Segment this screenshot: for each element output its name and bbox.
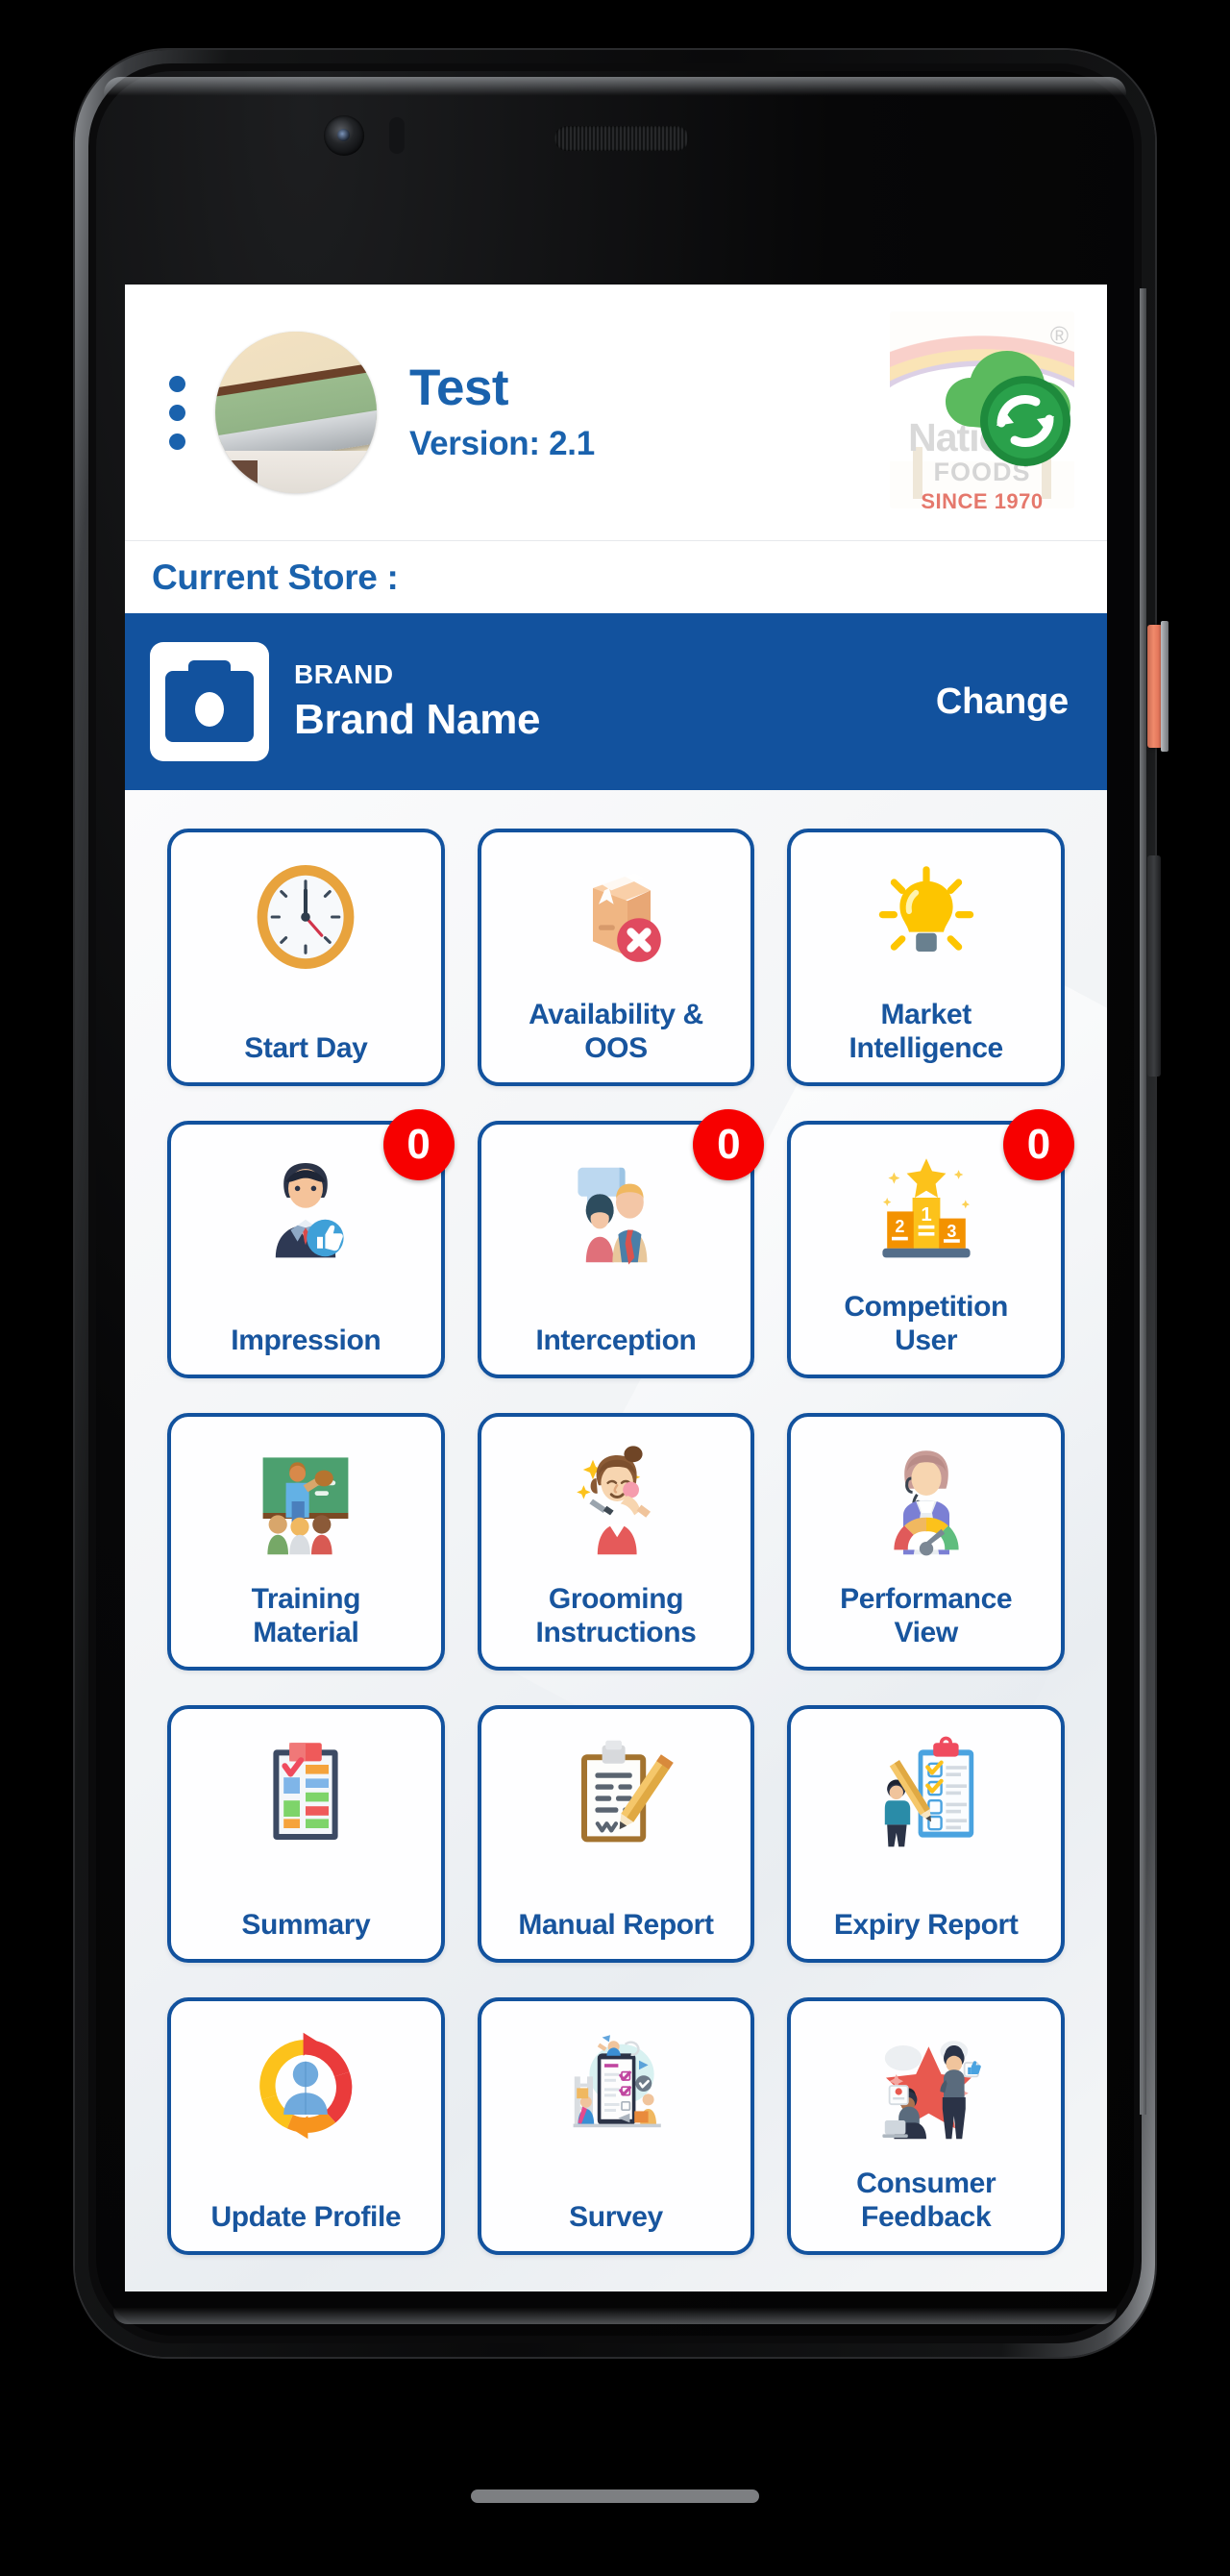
refresh-user-icon — [181, 2019, 431, 2153]
chalkboard-class-icon — [181, 1434, 431, 1569]
app-version: Version: 2.1 — [409, 424, 595, 462]
user-info: Test Version: 2.1 — [409, 361, 595, 463]
menu-tile-label: Competition User — [844, 1291, 1008, 1356]
phone-screen: Test Version: 2.1 ® National FOODS SINCE… — [125, 285, 1107, 2291]
survey-tablet-icon — [491, 2019, 742, 2153]
brand-name: Brand Name — [294, 696, 541, 743]
kebab-menu-icon[interactable] — [152, 375, 202, 450]
cloud-sync-icon[interactable] — [928, 334, 1082, 471]
power-button[interactable] — [1147, 621, 1168, 752]
menu-tile-availability-oos[interactable]: Availability & OOS — [477, 829, 755, 1086]
menu-tile-label: Impression — [231, 1324, 381, 1356]
menu-tile-label: Expiry Report — [833, 1908, 1019, 1941]
screenshot-stage: Test Version: 2.1 ® National FOODS SINCE… — [0, 0, 1230, 2576]
menu-tile-consumer-feedback[interactable]: Consumer Feedback — [787, 1997, 1065, 2255]
menu-tile-label: Consumer Feedback — [856, 2167, 996, 2233]
volume-rocker[interactable] — [1147, 855, 1161, 1077]
svg-text:3: 3 — [947, 1222, 956, 1241]
menu-tile-label: Performance View — [840, 1583, 1013, 1648]
gauge-agent-icon — [800, 1434, 1051, 1569]
proximity-sensor-icon — [389, 117, 405, 154]
menu-tile-label: Summary — [241, 1908, 371, 1941]
home-indicator[interactable] — [471, 2489, 759, 2503]
star-people-icon — [800, 2019, 1051, 2153]
current-store-bar: Current Store : — [125, 540, 1107, 613]
menu-tile-update-profile[interactable]: Update Profile — [167, 1997, 445, 2255]
lightbulb-icon — [800, 850, 1051, 984]
menu-grid: Start Day Availability & OOS Market Intell… — [167, 829, 1074, 2255]
app-header: Test Version: 2.1 ® National FOODS SINCE… — [125, 285, 1107, 540]
box-error-icon — [491, 850, 742, 984]
menu-tile-survey[interactable]: Survey — [477, 1997, 755, 2255]
menu-tile-label: Training Material — [251, 1583, 361, 1648]
menu-tile-label: Survey — [569, 2200, 663, 2233]
clock-icon — [181, 850, 431, 984]
national-foods-logo: ® National FOODS SINCE 1970 — [876, 306, 1090, 519]
menu-tile-manual-report[interactable]: Manual Report — [477, 1705, 755, 1963]
menu-tile-label: Interception — [535, 1324, 697, 1356]
menu-tile-label: Update Profile — [210, 2200, 402, 2233]
notification-badge: 0 — [693, 1109, 765, 1180]
menu-tile-label: Start Day — [244, 1031, 368, 1064]
makeup-woman-icon — [491, 1434, 742, 1569]
menu-tile-label: Manual Report — [518, 1908, 714, 1941]
menu-tile-grooming-instructions[interactable]: Grooming Instructions — [477, 1413, 755, 1671]
svg-text:2: 2 — [895, 1217, 904, 1236]
clipboard-pencil-icon — [491, 1726, 742, 1861]
menu-tile-training-material[interactable]: Training Material — [167, 1413, 445, 1671]
phone-side-rail — [1140, 288, 1146, 2115]
menu-tile-market-intelligence[interactable]: Market Intelligence — [787, 829, 1065, 1086]
bezel-highlight-bottom — [113, 2303, 1117, 2324]
menu-grid-area: Start Day Availability & OOS Market Intell… — [125, 790, 1107, 2291]
logo-since: SINCE 1970 — [921, 489, 1044, 508]
brand-kicker: BRAND — [294, 659, 394, 689]
notification-badge: 0 — [1002, 1109, 1074, 1180]
change-store-button[interactable]: Change — [936, 681, 1069, 723]
bezel-highlight-top — [104, 77, 1126, 102]
notification-badge: 0 — [382, 1109, 455, 1180]
checklist-color-icon — [181, 1726, 431, 1861]
front-camera-icon — [324, 115, 364, 156]
brand-bar: BRAND Brand Name Change — [125, 613, 1107, 790]
earpiece-speaker-icon — [554, 126, 689, 151]
camera-icon[interactable] — [150, 642, 269, 761]
menu-tile-label: Availability & OOS — [529, 999, 703, 1064]
menu-tile-label: Grooming Instructions — [535, 1583, 697, 1648]
user-name: Test — [409, 359, 509, 417]
brand-info: BRAND Brand Name — [294, 659, 936, 744]
menu-tile-expiry-report[interactable]: Expiry Report — [787, 1705, 1065, 1963]
person-checklist-icon — [800, 1726, 1051, 1861]
current-store-label: Current Store : — [152, 557, 399, 597]
menu-tile-summary[interactable]: Summary — [167, 1705, 445, 1963]
menu-tile-performance-view[interactable]: Performance View — [787, 1413, 1065, 1671]
menu-tile-interception[interactable]: Interception 0 — [477, 1109, 765, 1378]
menu-tile-start-day[interactable]: Start Day — [167, 829, 445, 1086]
svg-text:1: 1 — [921, 1204, 931, 1226]
user-avatar-photo[interactable] — [215, 332, 377, 493]
menu-tile-label: Market Intelligence — [849, 999, 1004, 1064]
menu-tile-competition-user[interactable]: 1 2 3 Competition User 0 — [787, 1109, 1074, 1378]
menu-tile-impression[interactable]: Impression 0 — [167, 1109, 455, 1378]
